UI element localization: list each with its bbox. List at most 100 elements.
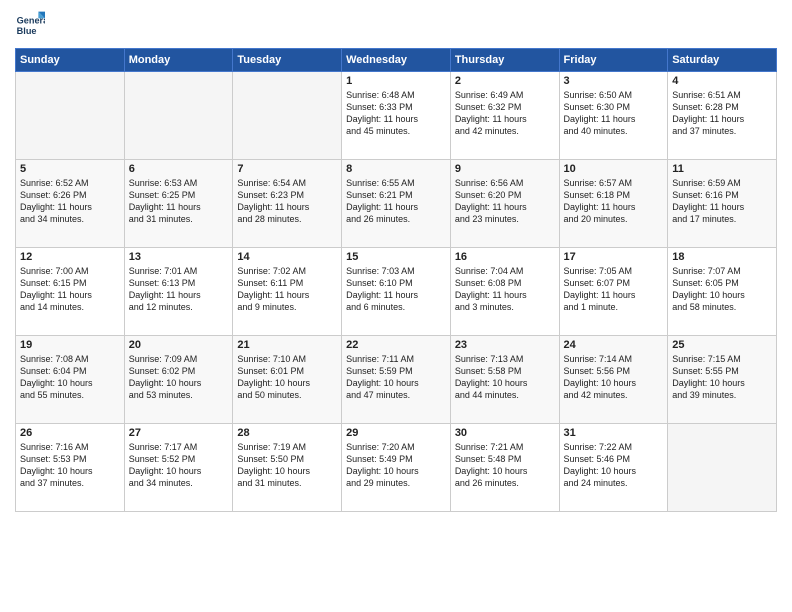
calendar-cell: 4 Sunrise: 6:51 AM Sunset: 6:28 PM Daylig… — [668, 72, 777, 160]
day-number: 23 — [455, 339, 555, 351]
day-number: 24 — [564, 339, 664, 351]
cell-content: Sunrise: 7:11 AM Sunset: 5:59 PM Dayligh… — [346, 353, 446, 402]
svg-text:Blue: Blue — [17, 26, 37, 36]
calendar-cell — [233, 72, 342, 160]
calendar-cell: 1 Sunrise: 6:48 AM Sunset: 6:33 PM Daylig… — [342, 72, 451, 160]
calendar-cell: 16 Sunrise: 7:04 AM Sunset: 6:08 PM Dayli… — [450, 248, 559, 336]
day-number: 22 — [346, 339, 446, 351]
week-row-5: 26 Sunrise: 7:16 AM Sunset: 5:53 PM Dayli… — [16, 424, 777, 512]
calendar-cell — [668, 424, 777, 512]
cell-content: Sunrise: 6:50 AM Sunset: 6:30 PM Dayligh… — [564, 89, 664, 138]
cell-content: Sunrise: 7:01 AM Sunset: 6:13 PM Dayligh… — [129, 265, 229, 314]
weekday-header-sunday: Sunday — [16, 49, 125, 72]
day-number: 15 — [346, 251, 446, 263]
calendar-cell: 9 Sunrise: 6:56 AM Sunset: 6:20 PM Daylig… — [450, 160, 559, 248]
calendar-cell: 23 Sunrise: 7:13 AM Sunset: 5:58 PM Dayli… — [450, 336, 559, 424]
calendar-cell: 26 Sunrise: 7:16 AM Sunset: 5:53 PM Dayli… — [16, 424, 125, 512]
day-number: 5 — [20, 163, 120, 175]
cell-content: Sunrise: 7:20 AM Sunset: 5:49 PM Dayligh… — [346, 441, 446, 490]
day-number: 17 — [564, 251, 664, 263]
day-number: 9 — [455, 163, 555, 175]
cell-content: Sunrise: 7:16 AM Sunset: 5:53 PM Dayligh… — [20, 441, 120, 490]
cell-content: Sunrise: 6:59 AM Sunset: 6:16 PM Dayligh… — [672, 177, 772, 226]
cell-content: Sunrise: 6:48 AM Sunset: 6:33 PM Dayligh… — [346, 89, 446, 138]
cell-content: Sunrise: 7:00 AM Sunset: 6:15 PM Dayligh… — [20, 265, 120, 314]
calendar-cell: 2 Sunrise: 6:49 AM Sunset: 6:32 PM Daylig… — [450, 72, 559, 160]
calendar-cell: 7Sunrise: 6:54 AM Sunset: 6:23 PM Daylig… — [233, 160, 342, 248]
day-number: 18 — [672, 251, 772, 263]
weekday-header-saturday: Saturday — [668, 49, 777, 72]
calendar-cell: 22 Sunrise: 7:11 AM Sunset: 5:59 PM Dayli… — [342, 336, 451, 424]
day-number: 11 — [672, 163, 772, 175]
week-row-4: 19Sunrise: 7:08 AM Sunset: 6:04 PM Dayli… — [16, 336, 777, 424]
cell-content: Sunrise: 7:21 AM Sunset: 5:48 PM Dayligh… — [455, 441, 555, 490]
cell-content: Sunrise: 6:49 AM Sunset: 6:32 PM Dayligh… — [455, 89, 555, 138]
logo: General Blue — [15, 10, 45, 40]
calendar-cell — [124, 72, 233, 160]
cell-content: Sunrise: 6:52 AM Sunset: 6:26 PM Dayligh… — [20, 177, 120, 226]
calendar-cell: 8Sunrise: 6:55 AM Sunset: 6:21 PM Daylig… — [342, 160, 451, 248]
cell-content: Sunrise: 6:56 AM Sunset: 6:20 PM Dayligh… — [455, 177, 555, 226]
weekday-header-monday: Monday — [124, 49, 233, 72]
day-number: 29 — [346, 427, 446, 439]
cell-content: Sunrise: 7:03 AM Sunset: 6:10 PM Dayligh… — [346, 265, 446, 314]
cell-content: Sunrise: 7:10 AM Sunset: 6:01 PM Dayligh… — [237, 353, 337, 402]
calendar-cell — [16, 72, 125, 160]
day-number: 27 — [129, 427, 229, 439]
cell-content: Sunrise: 7:07 AM Sunset: 6:05 PM Dayligh… — [672, 265, 772, 314]
cell-content: Sunrise: 7:22 AM Sunset: 5:46 PM Dayligh… — [564, 441, 664, 490]
weekday-header-tuesday: Tuesday — [233, 49, 342, 72]
cell-content: Sunrise: 6:55 AM Sunset: 6:21 PM Dayligh… — [346, 177, 446, 226]
calendar-cell: 30 Sunrise: 7:21 AM Sunset: 5:48 PM Dayli… — [450, 424, 559, 512]
day-number: 25 — [672, 339, 772, 351]
calendar-cell: 31 Sunrise: 7:22 AM Sunset: 5:46 PM Dayli… — [559, 424, 668, 512]
calendar-cell: 17Sunrise: 7:05 AM Sunset: 6:07 PM Dayli… — [559, 248, 668, 336]
week-row-2: 5 Sunrise: 6:52 AM Sunset: 6:26 PM Daylig… — [16, 160, 777, 248]
logo-icon: General Blue — [15, 10, 45, 40]
day-number: 19 — [20, 339, 120, 351]
day-number: 31 — [564, 427, 664, 439]
day-number: 12 — [20, 251, 120, 263]
calendar-cell: 10 Sunrise: 6:57 AM Sunset: 6:18 PM Dayli… — [559, 160, 668, 248]
day-number: 26 — [20, 427, 120, 439]
cell-content: Sunrise: 7:13 AM Sunset: 5:58 PM Dayligh… — [455, 353, 555, 402]
calendar-cell: 29 Sunrise: 7:20 AM Sunset: 5:49 PM Dayli… — [342, 424, 451, 512]
day-number: 13 — [129, 251, 229, 263]
cell-content: Sunrise: 6:54 AM Sunset: 6:23 PM Dayligh… — [237, 177, 337, 226]
week-row-1: 1 Sunrise: 6:48 AM Sunset: 6:33 PM Daylig… — [16, 72, 777, 160]
weekday-header-thursday: Thursday — [450, 49, 559, 72]
weekday-header-wednesday: Wednesday — [342, 49, 451, 72]
calendar-cell: 27Sunrise: 7:17 AM Sunset: 5:52 PM Dayli… — [124, 424, 233, 512]
day-number: 2 — [455, 75, 555, 87]
cell-content: Sunrise: 7:02 AM Sunset: 6:11 PM Dayligh… — [237, 265, 337, 314]
cell-content: Sunrise: 7:04 AM Sunset: 6:08 PM Dayligh… — [455, 265, 555, 314]
cell-content: Sunrise: 7:15 AM Sunset: 5:55 PM Dayligh… — [672, 353, 772, 402]
weekday-header-friday: Friday — [559, 49, 668, 72]
day-number: 4 — [672, 75, 772, 87]
day-number: 21 — [237, 339, 337, 351]
calendar: SundayMondayTuesdayWednesdayThursdayFrid… — [15, 48, 777, 512]
calendar-cell: 20Sunrise: 7:09 AM Sunset: 6:02 PM Dayli… — [124, 336, 233, 424]
cell-content: Sunrise: 6:53 AM Sunset: 6:25 PM Dayligh… — [129, 177, 229, 226]
week-row-3: 12 Sunrise: 7:00 AM Sunset: 6:15 PM Dayli… — [16, 248, 777, 336]
day-number: 3 — [564, 75, 664, 87]
day-number: 10 — [564, 163, 664, 175]
calendar-cell: 15 Sunrise: 7:03 AM Sunset: 6:10 PM Dayli… — [342, 248, 451, 336]
calendar-cell: 13 Sunrise: 7:01 AM Sunset: 6:13 PM Dayli… — [124, 248, 233, 336]
calendar-cell: 6 Sunrise: 6:53 AM Sunset: 6:25 PM Daylig… — [124, 160, 233, 248]
calendar-cell: 24 Sunrise: 7:14 AM Sunset: 5:56 PM Dayli… — [559, 336, 668, 424]
day-number: 6 — [129, 163, 229, 175]
cell-content: Sunrise: 7:09 AM Sunset: 6:02 PM Dayligh… — [129, 353, 229, 402]
calendar-cell: 19Sunrise: 7:08 AM Sunset: 6:04 PM Dayli… — [16, 336, 125, 424]
day-number: 16 — [455, 251, 555, 263]
calendar-cell: 5 Sunrise: 6:52 AM Sunset: 6:26 PM Daylig… — [16, 160, 125, 248]
calendar-cell: 21 Sunrise: 7:10 AM Sunset: 6:01 PM Dayli… — [233, 336, 342, 424]
cell-content: Sunrise: 6:51 AM Sunset: 6:28 PM Dayligh… — [672, 89, 772, 138]
calendar-cell: 18 Sunrise: 7:07 AM Sunset: 6:05 PM Dayli… — [668, 248, 777, 336]
calendar-cell: 12 Sunrise: 7:00 AM Sunset: 6:15 PM Dayli… — [16, 248, 125, 336]
day-number: 28 — [237, 427, 337, 439]
cell-content: Sunrise: 7:14 AM Sunset: 5:56 PM Dayligh… — [564, 353, 664, 402]
cell-content: Sunrise: 6:57 AM Sunset: 6:18 PM Dayligh… — [564, 177, 664, 226]
day-number: 30 — [455, 427, 555, 439]
day-number: 1 — [346, 75, 446, 87]
